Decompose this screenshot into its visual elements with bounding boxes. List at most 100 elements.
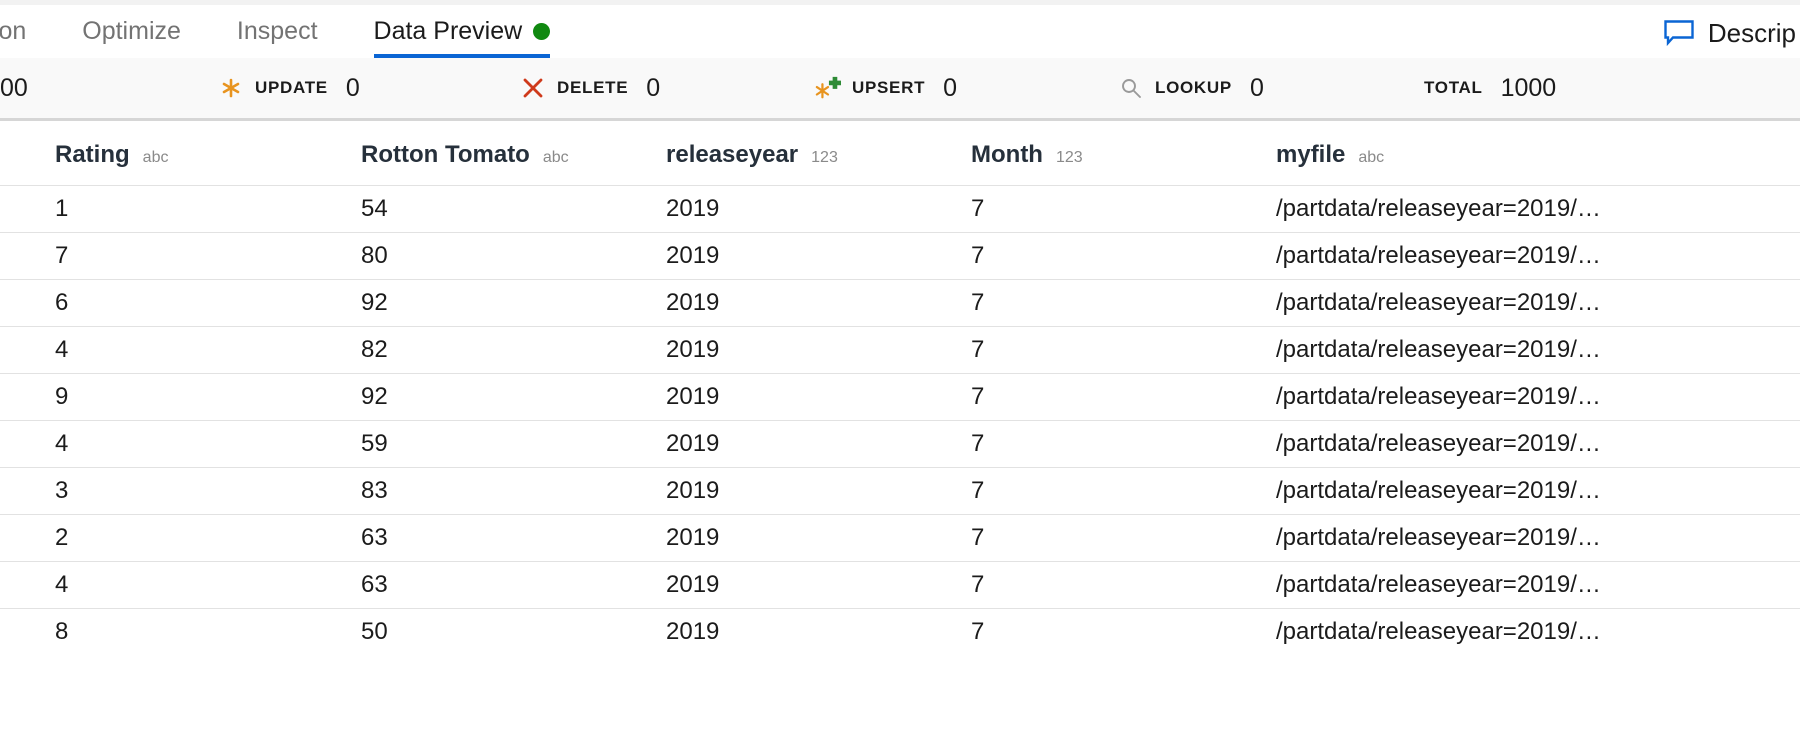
cell-value: 63 [361, 524, 388, 551]
cell-value: 6 [55, 289, 69, 316]
cell-value: /partdata/releaseyear=2019/… [1276, 618, 1601, 645]
stat-total: TOTAL 1000 [1424, 74, 1556, 103]
column-header-releaseyear[interactable]: releaseyear 123 [666, 141, 838, 169]
tab-optimize[interactable]: Optimize [54, 5, 209, 58]
cell-value: 92 [361, 383, 388, 410]
stat-label: UPDATE [255, 78, 328, 97]
table-cell: 50 [361, 618, 388, 646]
cell-value: 2019 [666, 383, 720, 410]
table-row[interactable]: 8 50 2019 7/partdata/releaseyear=2019/… [0, 608, 1800, 655]
table-cell: 63 [361, 571, 388, 599]
tab-bar: jection Optimize Inspect Data Preview Descr… [0, 5, 1800, 58]
table-cell: /partdata/releaseyear=2019/… [1276, 242, 1601, 270]
cell-value: 7 [55, 242, 69, 269]
column-header-month[interactable]: Month 123 [971, 141, 1083, 169]
search-icon [1118, 75, 1144, 101]
cell-value: /partdata/releaseyear=2019/… [1276, 477, 1601, 504]
tab-label: jection [0, 17, 27, 45]
cell-value: 2019 [666, 336, 720, 363]
table-cell: /partdata/releaseyear=2019/… [1276, 571, 1601, 599]
table-row[interactable]: 2 63 2019 7/partdata/releaseyear=2019/… [0, 514, 1800, 561]
stat-value: 0 [1249, 73, 1264, 102]
cell-value: 4 [55, 430, 69, 457]
column-header-label: releaseyear [666, 140, 799, 168]
table-cell: /partdata/releaseyear=2019/… [1276, 289, 1601, 317]
preview-ready-status-dot [533, 23, 551, 40]
table-body: 1 54 2019 7/partdata/releaseyear=2019/… 7 80 2… [0, 185, 1800, 655]
table-cell: 1 [55, 195, 68, 223]
cell-value: 3 [55, 477, 69, 504]
table-row[interactable]: 6 92 2019 7/partdata/releaseyear=2019/… [0, 279, 1800, 326]
table-cell: 2019 [666, 383, 719, 411]
table-cell: 7 [971, 289, 984, 317]
table-cell: 7 [971, 195, 984, 223]
stat-update: UPDATE 0 [218, 74, 360, 103]
column-header-rating[interactable]: Rating abc [55, 141, 168, 169]
table-row[interactable]: 4 82 2019 7/partdata/releaseyear=2019/… [0, 326, 1800, 373]
table-cell: 92 [361, 383, 388, 411]
tab-inspect[interactable]: Inspect [209, 5, 346, 58]
cell-value: 7 [971, 336, 985, 363]
cell-value: /partdata/releaseyear=2019/… [1276, 571, 1601, 598]
table-cell: /partdata/releaseyear=2019/… [1276, 383, 1601, 411]
comment-bubble-icon [1664, 20, 1694, 47]
stat-label: TOTAL [1424, 78, 1483, 97]
tab-label: Inspect [236, 17, 318, 45]
table-row[interactable]: 3 83 2019 7/partdata/releaseyear=2019/… [0, 467, 1800, 514]
table-cell: 2019 [666, 195, 719, 223]
column-header-label: myfile [1276, 140, 1346, 168]
table-cell: 2019 [666, 430, 719, 458]
stat-truncated: 00 [0, 74, 28, 103]
cell-value: 82 [361, 336, 388, 363]
cell-value: 2019 [666, 242, 720, 269]
table-row[interactable]: 4 63 2019 7/partdata/releaseyear=2019/… [0, 561, 1800, 608]
number-type-icon: 123 [1055, 148, 1083, 166]
cell-value: 4 [55, 571, 69, 598]
cell-value: 63 [361, 571, 388, 598]
table-cell: /partdata/releaseyear=2019/… [1276, 430, 1601, 458]
table-cell: 3 [55, 477, 68, 505]
cell-value: 7 [971, 242, 985, 269]
number-type-icon: 123 [811, 148, 838, 166]
table-cell: 2019 [666, 571, 719, 599]
table-row[interactable]: 4 59 2019 7/partdata/releaseyear=2019/… [0, 420, 1800, 467]
tab-data-preview[interactable]: Data Preview [346, 5, 579, 58]
description-button-label: Descrip [1707, 17, 1796, 48]
upsert-icon [815, 75, 841, 101]
table-cell: 7 [971, 336, 984, 364]
x-mark-icon [520, 75, 546, 101]
column-header-myfile[interactable]: myfile abc [1276, 141, 1384, 169]
cell-value: 2019 [666, 524, 720, 551]
cell-value: 54 [361, 195, 388, 222]
cell-value: 1 [55, 195, 69, 222]
asterisk-icon [218, 75, 244, 101]
cell-value: 7 [971, 477, 985, 504]
table-cell: 7 [971, 477, 984, 505]
table-cell: 7 [971, 383, 984, 411]
tab-jection[interactable]: jection [0, 5, 54, 58]
stat-label: LOOKUP [1155, 78, 1232, 97]
cell-value: 2019 [666, 618, 720, 645]
column-header-rotton-tomato[interactable]: Rotton Tomato abc [361, 141, 569, 169]
table-row[interactable]: 7 80 2019 7/partdata/releaseyear=2019/… [0, 232, 1800, 279]
cell-value: 2019 [666, 571, 720, 598]
cell-value: 80 [361, 242, 388, 269]
cell-value: 7 [971, 524, 985, 551]
table-cell: /partdata/releaseyear=2019/… [1276, 618, 1601, 646]
cell-value: 7 [971, 383, 985, 410]
table-row[interactable]: 9 92 2019 7/partdata/releaseyear=2019/… [0, 373, 1800, 420]
stat-label: DELETE [557, 78, 629, 97]
description-button[interactable]: Descrip [1654, 10, 1800, 56]
stat-value: 0 [345, 73, 360, 102]
table-cell: 7 [971, 571, 984, 599]
table-row[interactable]: 1 54 2019 7/partdata/releaseyear=2019/… [0, 185, 1800, 232]
stat-lookup: LOOKUP 0 [1118, 74, 1264, 103]
cell-value: 7 [971, 430, 985, 457]
table-cell: 2019 [666, 336, 719, 364]
table-cell: 4 [55, 571, 68, 599]
data-preview-panel: jection Optimize Inspect Data Preview Descr… [0, 0, 1800, 751]
cell-value: 9 [55, 383, 69, 410]
table-cell: 2019 [666, 524, 719, 552]
stat-label: UPSERT [852, 78, 926, 97]
table-header-row: Rating abc Rotton Tomato abc releaseyear 123 M… [0, 124, 1800, 185]
